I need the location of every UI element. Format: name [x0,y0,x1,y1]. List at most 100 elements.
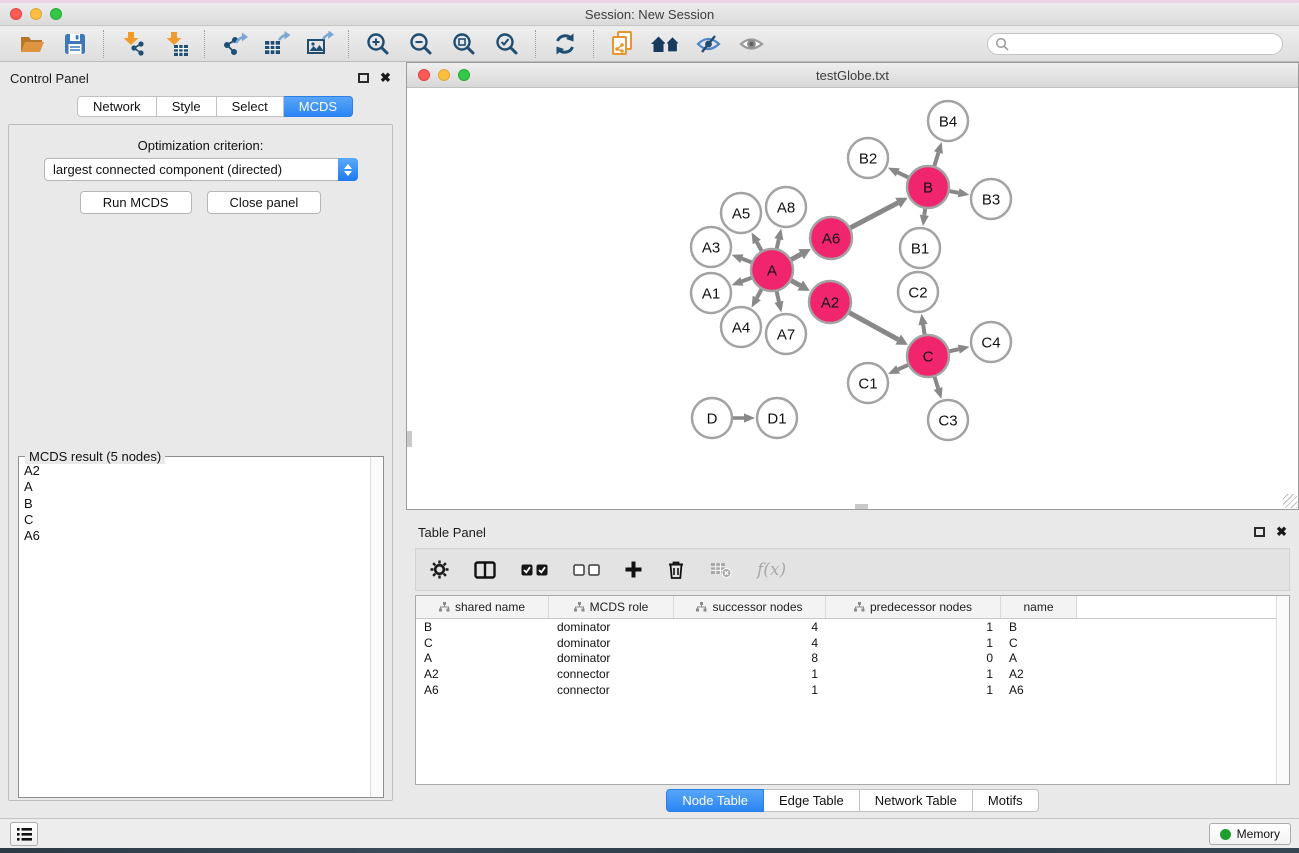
graph-node-C1[interactable]: C1 [848,363,888,403]
table-row[interactable]: Adominator80A [416,651,1289,667]
control-panel-title: Control Panel [10,71,89,86]
close-panel-icon[interactable]: ✖ [380,73,391,83]
graph-node-A8[interactable]: A8 [766,187,806,227]
open-session-button[interactable] [10,29,53,59]
export-table-button[interactable] [255,29,298,59]
import-table-button[interactable] [154,29,197,59]
graph-node-D1[interactable]: D1 [757,398,797,438]
search-field[interactable] [987,33,1283,55]
graph-node-A2[interactable]: A2 [809,281,851,323]
function-builder-button[interactable]: f(x) [757,560,786,580]
table-row[interactable]: Bdominator41B [416,619,1289,635]
network-canvas[interactable]: B4 B2 B B3 A5A8A6 B1 A3 A A1 C2 A2 A4A7 C4 C C1 C3 D D1 [407,88,1298,509]
column-header-predecessor-nodes[interactable]: predecessor nodes [826,596,1001,618]
add-column-button[interactable] [625,561,642,578]
result-item[interactable]: A6 [24,528,383,544]
graph-node-A6[interactable]: A6 [810,217,852,259]
zoom-selected-button[interactable] [485,29,528,59]
task-history-button[interactable] [10,822,38,846]
shared-column-icon [439,602,450,612]
graph-node-A5[interactable]: A5 [721,193,761,233]
graph-node-C2[interactable]: C2 [898,272,938,312]
tab-edge-table[interactable]: Edge Table [764,789,860,812]
tab-motifs[interactable]: Motifs [973,789,1039,812]
graph-node-A[interactable]: A [751,249,793,291]
export-network-icon [220,31,248,57]
table-settings-button[interactable] [430,560,449,579]
svg-text:C: C [923,348,934,365]
network-graph[interactable]: B4 B2 B B3 A5A8A6 B1 A3 A A1 C2 A2 A4A7 C4 C C1 C3 D D1 [407,88,1298,509]
zoom-in-button[interactable] [356,29,399,59]
column-header-MCDS-role[interactable]: MCDS role [549,596,674,618]
result-item[interactable]: B [24,496,383,512]
tab-select[interactable]: Select [217,96,284,117]
table-cell: 8 [674,651,826,665]
graph-node-B3[interactable]: B3 [971,179,1011,219]
zoom-out-button[interactable] [399,29,442,59]
graph-node-D[interactable]: D [692,398,732,438]
main-titlebar[interactable]: Session: New Session [0,3,1299,26]
delete-column-button[interactable] [667,560,685,579]
table-tabs: Node TableEdge TableNetwork TableMotifs [406,789,1299,812]
column-header-successor-nodes[interactable]: successor nodes [674,596,826,618]
result-item[interactable]: A2 [24,463,383,479]
float-panel-icon[interactable] [358,73,369,83]
graph-node-A1[interactable]: A1 [691,273,731,313]
graph-node-C3[interactable]: C3 [928,400,968,440]
select-all-columns-button[interactable] [521,564,548,576]
horizontal-scroll-thumb[interactable] [855,504,868,509]
import-network-button[interactable] [111,29,154,59]
close-panel-button[interactable]: Close panel [207,191,322,214]
table-row[interactable]: A6connector11A6 [416,682,1289,698]
graph-node-C4[interactable]: C4 [971,322,1011,362]
show-all-button[interactable] [730,29,773,59]
tab-network-table[interactable]: Network Table [860,789,973,812]
memory-button[interactable]: Memory [1209,823,1291,845]
tab-node-table[interactable]: Node Table [666,789,764,812]
table-row[interactable]: Cdominator41C [416,635,1289,651]
table-row[interactable]: A2connector11A2 [416,666,1289,682]
search-input[interactable] [1009,37,1275,51]
resize-grip-icon[interactable] [1283,494,1297,508]
tab-style[interactable]: Style [157,96,217,117]
export-image-button[interactable] [298,29,341,59]
tab-mcds[interactable]: MCDS [284,96,353,117]
run-mcds-button[interactable]: Run MCDS [80,191,192,214]
criterion-select[interactable]: largest connected component (directed) [44,158,358,181]
graph-node-A3[interactable]: A3 [691,227,731,267]
tab-network[interactable]: Network [77,96,157,117]
network-window-titlebar[interactable]: testGlobe.txt [407,63,1298,88]
result-scrollbar[interactable] [370,457,383,797]
graph-node-B4[interactable]: B4 [928,101,968,141]
arrowhead-icon [732,254,744,263]
graph-node-A4[interactable]: A4 [721,307,761,347]
graph-node-A7[interactable]: A7 [766,314,806,354]
table-scrollbar[interactable] [1276,596,1289,784]
arrowhead-icon [958,345,970,354]
result-item[interactable]: A [24,479,383,495]
deselect-all-columns-button[interactable] [573,564,600,576]
zoom-fit-button[interactable] [442,29,485,59]
memory-status-icon [1220,829,1231,840]
refresh-view-button[interactable] [543,29,586,59]
first-neighbors-button[interactable] [644,29,687,59]
graph-node-B[interactable]: B [907,166,949,208]
delete-table-button[interactable] [710,561,732,578]
close-table-panel-icon[interactable]: ✖ [1276,527,1287,537]
save-session-button[interactable] [53,29,96,59]
graph-node-B2[interactable]: B2 [848,138,888,178]
graph-node-B1[interactable]: B1 [900,228,940,268]
column-header-shared-name[interactable]: shared name [416,596,549,618]
column-header-name[interactable]: name [1001,596,1077,618]
table-cell: dominator [549,636,674,650]
vertical-scroll-thumb[interactable] [407,431,412,447]
new-network-from-selection-button[interactable] [601,29,644,59]
float-table-panel-icon[interactable] [1254,527,1265,537]
select-stepper-icon [338,158,358,181]
result-item[interactable]: C [24,512,383,528]
export-network-button[interactable] [212,29,255,59]
graph-node-C[interactable]: C [907,335,949,377]
table-cell: 4 [674,636,826,650]
hide-selected-button[interactable] [687,29,730,59]
column-layout-button[interactable] [474,561,496,579]
